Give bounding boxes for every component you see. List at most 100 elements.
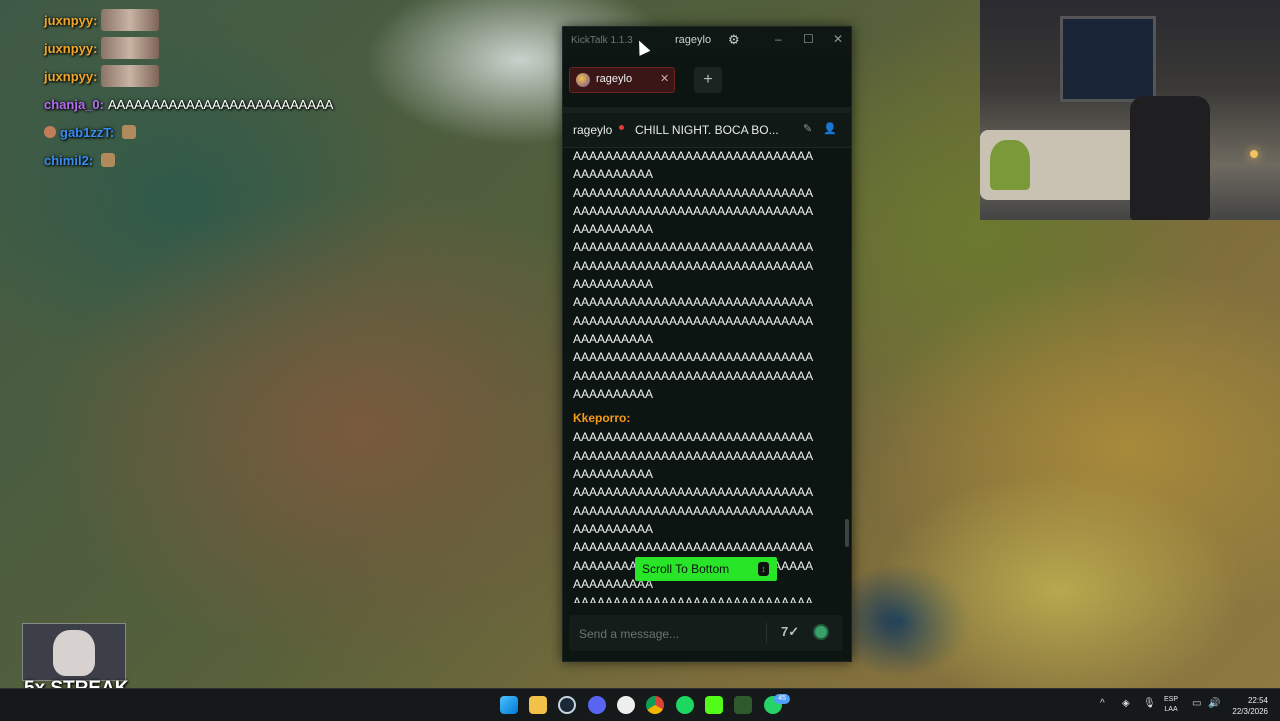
overlay-chat-user: chanja_0: [44,96,104,112]
webcam-plush [990,140,1030,190]
close-tab-icon[interactable]: ✕ [660,72,669,85]
add-tab-button[interactable]: + [694,67,722,93]
pencil-icon[interactable]: ✎ [803,122,812,135]
gear-icon[interactable]: ⚙ [728,32,740,48]
volume-icon[interactable]: 🔊 [1208,698,1220,709]
chat-message-line: AAAAAAAAAAAAAAAAAAAAAAAAAAAAAA [573,295,814,310]
overlay-chat-user: juxnpyy: [44,68,98,84]
title-bar[interactable]: KickTalk 1.1.3 rageylo ⚙ – ☐ ✕ [563,27,851,55]
microphone-icon[interactable]: 🎙 [1143,698,1156,709]
clock-date: 22/3/2026 [1232,707,1268,716]
chat-username[interactable]: Kkeporro: [573,409,833,427]
taskbar: ^ ◈ 🎙 ESP LAA ▭ 🔊 22:54 22/3/2026 [0,688,1280,721]
scroll-to-bottom-button[interactable]: Scroll To Bottom ↕ [635,557,777,581]
translate-icon[interactable]: 7✓ [781,624,799,640]
streamer-cam [22,623,126,681]
chat-message-line: AAAAAAAAAAAAAAAAAAAAAAAAAAAAAA [573,448,814,463]
chat-message-line: AAAAAAAAAA [573,222,654,237]
clock-time: 22:54 [1247,696,1268,705]
channel-avatar [576,73,590,87]
emote-icon [101,37,160,59]
overlay-chat-user: juxnpyy: [44,12,98,28]
chat-header: rageylo CHILL NIGHT. BOCA BO... ✎ 👤 [563,113,851,148]
chat-message-line: AAAAAAAAAAAAAAAAAAAAAAAAAAAAAA [573,185,814,200]
channel-tabs: rageylo ✕ + [563,55,851,113]
chat-message-line: AAAAAAAAAA [573,277,654,292]
chrome-icon[interactable] [646,696,664,714]
chat-message-line: AAAAAAAAAAAAAAAAAAAAAAAAAAAAAA [573,203,814,218]
chat-message-line: AAAAAAAAAA [573,386,654,401]
emote-picker-icon[interactable] [813,624,829,640]
user-badge-icon [44,126,56,138]
chat-message-line: AAAAAAAAAA [573,167,654,182]
overlay-chat-message: AAAAAAAAAAAAAAAAAAAAAAAAAA [107,96,334,112]
channel-name[interactable]: rageylo [573,123,612,137]
display-icon[interactable]: ▭ [1192,698,1201,709]
windows-start-icon[interactable] [500,696,518,714]
chevron-up-icon[interactable]: ^ [1100,698,1105,709]
overlay-chat-line: gab1zzT: [44,118,384,146]
chat-message-line: AAAAAAAAAAAAAAAAAAAAAAAAAAAAAA [573,595,814,603]
overlay-chat-user: juxnpyy: [44,40,98,56]
chat-message-line: AAAAAAAAAAAAAAAAAAAAAAAAAAAAAA [573,368,814,383]
user-icon[interactable]: 👤 [823,122,837,135]
discord-icon[interactable] [588,696,606,714]
chat-message-line: AAAAAAAAAA [573,521,654,536]
overlay-chat-user: chimil2: [44,152,94,168]
message-composer: 7✓ [569,615,843,651]
steam-icon[interactable] [558,696,576,714]
composer-divider [766,623,767,643]
chat-message-line: AAAAAAAAAAAAAAAAAAAAAAAAAAAAAA [573,540,814,555]
tab-label: rageylo [596,73,633,85]
chat-message-line: AAAAAAAAAAAAAAAAAAAAAAAAAAAAAA [573,485,814,500]
overlay-chat-user: gab1zzT: [60,124,115,140]
close-icon[interactable]: ✕ [833,32,843,46]
chat-message-line: AAAAAAAAAAAAAAAAAAAAAAAAAAAAAA [573,149,814,163]
system-clock[interactable]: 22:54 22/3/2026 [1222,695,1268,717]
app-name: KickTalk 1.1.3 [571,35,633,46]
message-list: AAAAAAAAAAAAAAAAAAAAAAAAAAAAAA AAAAAAAAAA… [573,147,833,603]
keyboard-layout: LAA [1164,706,1178,713]
chat-message-line: AAAAAAAAAAAAAAAAAAAAAAAAAAAAAA [573,503,814,518]
message-input[interactable] [573,619,771,649]
kicktalk-window[interactable]: KickTalk 1.1.3 rageylo ⚙ – ☐ ✕ rageylo ✕… [562,26,852,662]
emote-icon [101,153,116,167]
scrollbar-thumb[interactable] [845,519,849,547]
overlay-chat-line: juxnpyy: [44,6,384,34]
scroll-to-bottom-label: Scroll To Bottom [642,562,730,576]
overlay-chat-line: juxnpyy: [44,62,384,90]
chat-message-line: AAAAAAAAAAAAAAAAAAAAAAAAAAAAAA [573,240,814,255]
chat-message-line: AAAAAAAAAA [573,331,654,346]
chat-message-line: AAAAAAAAAAAAAAAAAAAAAAAAAAAAAA [573,430,814,445]
arrow-down-icon: ↕ [758,562,769,576]
chat-messages[interactable]: AAAAAAAAAAAAAAAAAAAAAAAAAAAAAA AAAAAAAAAA… [563,147,851,603]
minimize-icon[interactable]: – [775,32,782,46]
webcam-chair [1130,96,1210,220]
maximize-icon[interactable]: ☐ [803,32,814,46]
github-desktop-icon[interactable] [617,696,635,714]
webcam-lamp [1250,150,1258,158]
tab-rageylo[interactable]: rageylo ✕ [569,67,675,93]
chat-message-line: AAAAAAAAAAAAAAAAAAAAAAAAAAAAAA [573,258,814,273]
account-username[interactable]: rageylo [675,34,711,46]
overlay-chat-line: chimil2: [44,146,384,174]
whatsapp-badge: 45 [774,694,790,704]
live-dot-icon [619,125,624,130]
chat-message-line: AAAAAAAAAAAAAAAAAAAAAAAAAAAAAA [573,313,814,328]
stream-title: CHILL NIGHT. BOCA BO... [635,123,779,137]
emote-icon [101,9,160,31]
webcam-window [1060,16,1156,102]
spotify-icon[interactable] [676,696,694,714]
kicktalk-icon[interactable] [705,696,723,714]
emote-icon [101,65,160,87]
language-indicator[interactable]: ESP LAA [1164,695,1178,715]
language-code: ESP [1164,696,1179,703]
overlay-chat-line: juxnpyy: [44,34,384,62]
file-explorer-icon[interactable] [529,696,547,714]
chat-message-line: AAAAAAAAAA [573,467,654,482]
webcam-feed [980,0,1280,220]
shield-icon[interactable]: ◈ [1122,698,1130,709]
game-icon[interactable] [734,696,752,714]
stream-overlay-chat: juxnpyy: juxnpyy: juxnpyy: chanja_0: AAA… [44,6,384,174]
streamer-face [53,630,95,676]
